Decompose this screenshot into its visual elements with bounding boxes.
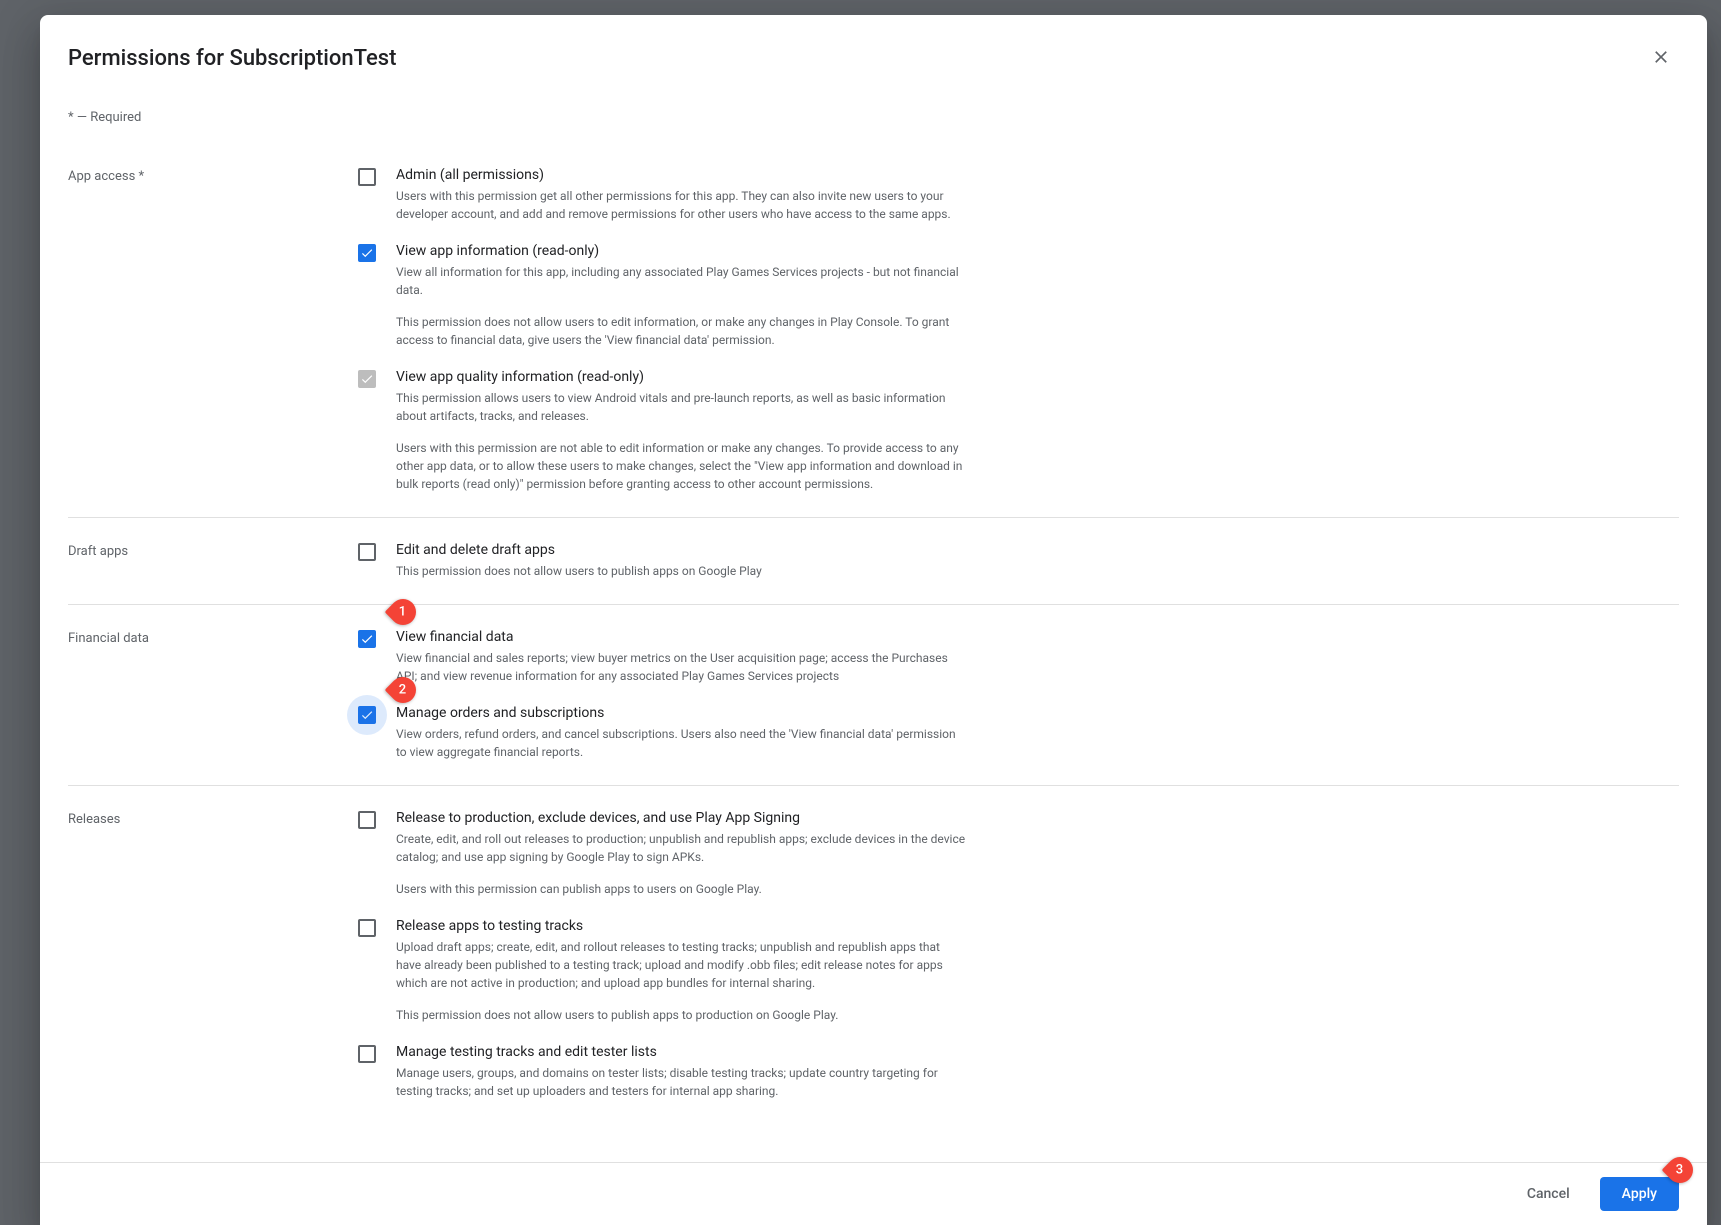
- annotation-num: 1: [399, 604, 406, 619]
- checkbox-admin[interactable]: [358, 168, 376, 186]
- perm-desc: Users with this permission are not able …: [396, 439, 968, 493]
- checkbox-edit-draft[interactable]: [358, 543, 376, 561]
- apply-button[interactable]: Apply: [1600, 1177, 1679, 1211]
- annotation-num: 2: [399, 682, 406, 697]
- perm-view-app-info: View app information (read-only) View al…: [358, 243, 968, 349]
- dialog-footer: Cancel 3 Apply: [40, 1162, 1707, 1225]
- section-label: Financial data: [68, 629, 358, 761]
- perm-desc: Users with this permission get all other…: [396, 187, 968, 223]
- checkbox-view-financial[interactable]: [358, 630, 376, 648]
- section-financial-data: Financial data 1 View financial data Vie…: [68, 605, 1679, 786]
- perm-title: Edit and delete draft apps: [396, 542, 968, 558]
- close-icon: [1651, 47, 1671, 70]
- section-label: App access *: [68, 167, 358, 493]
- perm-desc: Create, edit, and roll out releases to p…: [396, 830, 968, 866]
- perm-desc: View all information for this app, inclu…: [396, 263, 968, 299]
- section-content: Edit and delete draft apps This permissi…: [358, 542, 968, 580]
- perm-manage-orders: 2 Manage orders and subscriptions View o…: [358, 705, 968, 761]
- perm-view-quality: View app quality information (read-only)…: [358, 369, 968, 493]
- checkbox-release-testing[interactable]: [358, 919, 376, 937]
- required-note: * — Required: [68, 110, 1679, 125]
- perm-release-production: Release to production, exclude devices, …: [358, 810, 968, 898]
- perm-title: Release apps to testing tracks: [396, 918, 968, 934]
- perm-desc: Upload draft apps; create, edit, and rol…: [396, 938, 968, 992]
- dialog-body[interactable]: * — Required App access * Admin (all per…: [40, 86, 1707, 1162]
- section-label: Releases: [68, 810, 358, 1100]
- checkbox-manage-testing[interactable]: [358, 1045, 376, 1063]
- perm-manage-testing: Manage testing tracks and edit tester li…: [358, 1044, 968, 1100]
- checkbox-release-production[interactable]: [358, 811, 376, 829]
- permissions-dialog: Permissions for SubscriptionTest * — Req…: [40, 15, 1707, 1225]
- perm-admin: Admin (all permissions) Users with this …: [358, 167, 968, 223]
- perm-title: Manage testing tracks and edit tester li…: [396, 1044, 968, 1060]
- section-app-access: App access * Admin (all permissions) Use…: [68, 143, 1679, 518]
- dialog-title: Permissions for SubscriptionTest: [68, 46, 396, 71]
- perm-desc: Users with this permission can publish a…: [396, 880, 968, 898]
- perm-title: View app information (read-only): [396, 243, 968, 259]
- checkbox-view-app-info[interactable]: [358, 244, 376, 262]
- perm-edit-draft: Edit and delete draft apps This permissi…: [358, 542, 968, 580]
- cancel-button[interactable]: Cancel: [1505, 1177, 1592, 1211]
- perm-title: Release to production, exclude devices, …: [396, 810, 968, 826]
- checkbox-focus-ring: [347, 695, 387, 735]
- perm-desc: This permission allows users to view And…: [396, 389, 968, 425]
- perm-view-financial: 1 View financial data View financial and…: [358, 629, 968, 685]
- section-releases: Releases Release to production, exclude …: [68, 786, 1679, 1124]
- dialog-header: Permissions for SubscriptionTest: [40, 15, 1707, 86]
- checkbox-view-quality: [358, 370, 376, 388]
- section-label: Draft apps: [68, 542, 358, 580]
- section-content: 1 View financial data View financial and…: [358, 629, 968, 761]
- perm-title: View financial data: [396, 629, 968, 645]
- section-draft-apps: Draft apps Edit and delete draft apps Th…: [68, 518, 1679, 605]
- close-button[interactable]: [1643, 39, 1679, 78]
- perm-release-testing: Release apps to testing tracks Upload dr…: [358, 918, 968, 1024]
- annotation-num: 3: [1676, 1162, 1683, 1177]
- perm-desc: View orders, refund orders, and cancel s…: [396, 725, 968, 761]
- perm-desc: This permission does not allow users to …: [396, 562, 968, 580]
- perm-desc: This permission does not allow users to …: [396, 313, 968, 349]
- perm-desc: Manage users, groups, and domains on tes…: [396, 1064, 968, 1100]
- section-content: Admin (all permissions) Users with this …: [358, 167, 968, 493]
- perm-title: View app quality information (read-only): [396, 369, 968, 385]
- perm-title: Manage orders and subscriptions: [396, 705, 968, 721]
- perm-desc: This permission does not allow users to …: [396, 1006, 968, 1024]
- section-content: Release to production, exclude devices, …: [358, 810, 968, 1100]
- perm-title: Admin (all permissions): [396, 167, 968, 183]
- perm-desc: View financial and sales reports; view b…: [396, 649, 968, 685]
